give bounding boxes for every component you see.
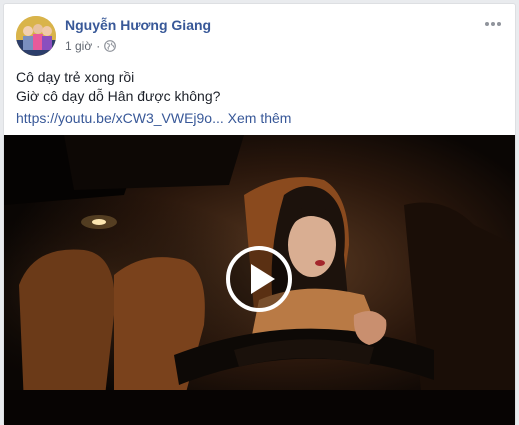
meta-separator: · xyxy=(96,39,101,53)
avatar[interactable] xyxy=(16,16,56,56)
globe-icon[interactable] xyxy=(104,40,117,52)
see-more-link[interactable]: Xem thêm xyxy=(228,110,292,126)
youtube-link[interactable]: https://youtu.be/xCW3_VWEj9o... xyxy=(16,110,224,126)
post-meta: 1 giờ · xyxy=(65,39,117,53)
play-icon[interactable] xyxy=(225,245,293,313)
post-text: Cô dạy trẻ xong rồi Giờ cô dạy dỗ Hân đư… xyxy=(16,68,220,106)
video-player[interactable] xyxy=(4,135,515,425)
post-card: Nguyễn Hương Giang 1 giờ · Cô dạy trẻ xo… xyxy=(3,3,516,425)
post-link-line: https://youtu.be/xCW3_VWEj9o... Xem thêm xyxy=(16,110,291,126)
more-horizontal-icon[interactable] xyxy=(483,16,503,32)
post-text-line: Giờ cô dạy dỗ Hân được không? xyxy=(16,88,221,104)
post-time[interactable]: 1 giờ xyxy=(65,39,92,53)
author-name[interactable]: Nguyễn Hương Giang xyxy=(65,17,211,33)
post-text-line: Cô dạy trẻ xong rồi xyxy=(16,69,135,85)
